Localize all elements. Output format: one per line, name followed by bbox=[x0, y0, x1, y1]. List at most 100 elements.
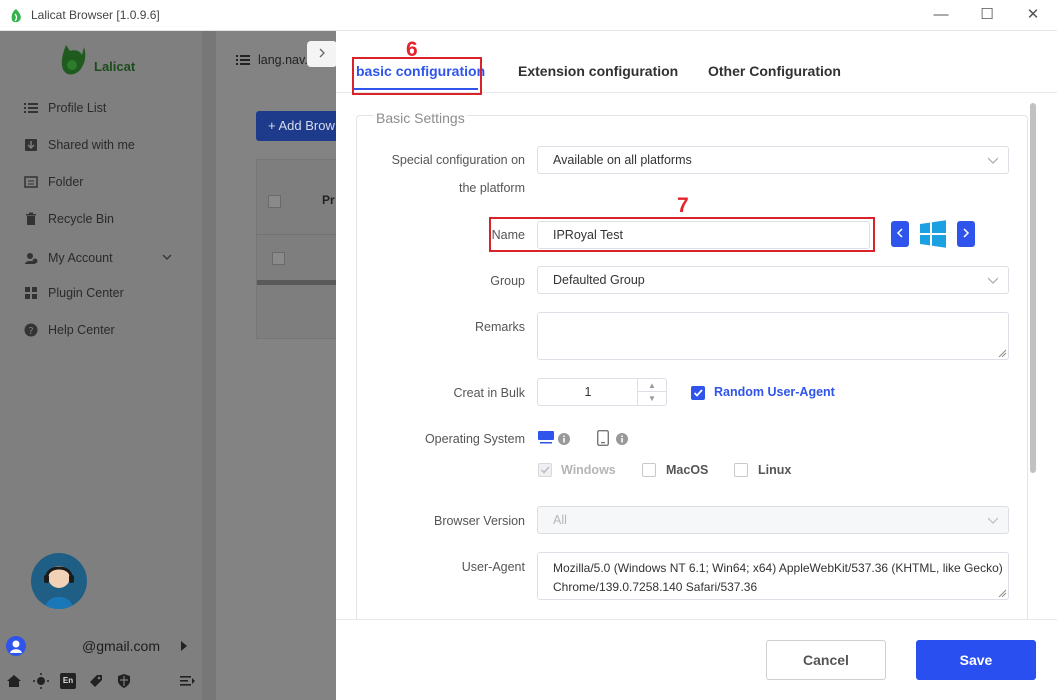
chevron-right-icon bbox=[319, 48, 325, 58]
remarks-textarea[interactable] bbox=[537, 312, 1009, 360]
sidebar-item-folder[interactable]: Folder bbox=[22, 171, 83, 193]
windows-logo-icon bbox=[920, 220, 946, 248]
window-title: Lalicat Browser [1.0.9.6] bbox=[31, 8, 160, 22]
chevron-down-icon bbox=[988, 517, 998, 524]
bulk-quantity-stepper[interactable]: 1 ▲ ▼ bbox=[537, 378, 667, 406]
checkmark-icon bbox=[540, 466, 550, 474]
sidebar-item-profile-list[interactable]: Profile List bbox=[22, 97, 106, 119]
edit-profile-drawer: basic configuration Extension configurat… bbox=[336, 31, 1057, 700]
sidebar-item-plugin-center[interactable]: Plugin Center bbox=[22, 282, 124, 304]
resize-grip-icon bbox=[998, 349, 1006, 357]
stepper-arrows: ▲ ▼ bbox=[637, 379, 666, 405]
close-window-button[interactable]: ✕ bbox=[1010, 3, 1056, 27]
basic-settings-section bbox=[356, 115, 1028, 700]
random-user-agent-checkbox[interactable] bbox=[691, 386, 705, 400]
chevron-right-icon bbox=[963, 228, 970, 238]
help-icon: ? bbox=[22, 322, 40, 338]
language-icon[interactable]: En bbox=[60, 673, 76, 689]
platform-select[interactable]: Available on all platforms bbox=[537, 146, 1009, 174]
user-icon bbox=[22, 250, 40, 266]
macos-checkbox[interactable] bbox=[642, 463, 656, 477]
mobile-icon[interactable] bbox=[597, 430, 609, 446]
random-user-agent-label[interactable]: Random User-Agent bbox=[714, 385, 835, 399]
platform-label-line2: the platform bbox=[458, 181, 525, 195]
bulk-label: Creat in Bulk bbox=[453, 386, 525, 400]
browser-version-select: All bbox=[537, 506, 1009, 534]
shield-icon[interactable] bbox=[116, 673, 132, 689]
decrement-button[interactable]: ▼ bbox=[638, 392, 666, 405]
tab-extension-configuration[interactable]: Extension configuration bbox=[518, 63, 678, 79]
next-platform-button[interactable] bbox=[957, 221, 975, 247]
cancel-button[interactable]: Cancel bbox=[766, 640, 886, 680]
user-agent-textarea[interactable]: Mozilla/5.0 (Windows NT 6.1; Win64; x64)… bbox=[537, 552, 1009, 600]
sidebar: Lalicat Profile List Shared with me Fold… bbox=[0, 31, 202, 700]
remarks-label: Remarks bbox=[474, 320, 525, 334]
chevron-down-icon bbox=[988, 277, 998, 284]
increment-button[interactable]: ▲ bbox=[638, 379, 666, 392]
bulk-quantity-value[interactable]: 1 bbox=[538, 379, 638, 405]
checkmark-icon bbox=[693, 389, 703, 397]
download-icon bbox=[22, 137, 40, 153]
section-title: Basic Settings bbox=[374, 110, 467, 126]
folder-icon bbox=[22, 174, 40, 190]
account-bar[interactable]: @gmail.com bbox=[6, 636, 196, 658]
linux-checkbox[interactable] bbox=[734, 463, 748, 477]
group-select[interactable]: Defaulted Group bbox=[537, 266, 1009, 294]
group-select-value: Defaulted Group bbox=[553, 273, 645, 287]
browser-version-placeholder: All bbox=[553, 513, 567, 527]
svg-text:?: ? bbox=[28, 326, 33, 337]
title-bar: Lalicat Browser [1.0.9.6] — ☐ ✕ bbox=[0, 0, 1057, 31]
background-tab-label: lang.nav. bbox=[258, 53, 308, 67]
linux-label[interactable]: Linux bbox=[758, 463, 791, 477]
previous-platform-button[interactable] bbox=[891, 221, 909, 247]
name-input[interactable]: IPRoyal Test bbox=[537, 221, 870, 249]
user-agent-line-2: Chrome/139.0.7258.140 Safari/537.36 bbox=[553, 580, 758, 594]
group-label: Group bbox=[490, 274, 525, 288]
list-icon bbox=[22, 100, 40, 116]
desktop-icon[interactable] bbox=[538, 431, 554, 445]
annotation-box-tab bbox=[352, 57, 482, 95]
list-icon bbox=[236, 55, 250, 65]
theme-icon[interactable] bbox=[33, 673, 49, 689]
chevron-left-icon bbox=[896, 228, 903, 238]
account-email: @gmail.com bbox=[82, 638, 161, 654]
tag-icon[interactable] bbox=[88, 673, 104, 689]
sidebar-item-label: Shared with me bbox=[48, 138, 135, 152]
home-icon[interactable] bbox=[6, 673, 22, 689]
collapse-drawer-button[interactable] bbox=[307, 41, 337, 67]
tab-other-configuration[interactable]: Other Configuration bbox=[708, 63, 841, 79]
sidebar-item-label: Folder bbox=[48, 175, 84, 189]
annotation-step-7: 7 bbox=[677, 194, 689, 217]
add-browser-button: + Add Brow bbox=[256, 111, 346, 141]
platform-select-value: Available on all platforms bbox=[553, 153, 692, 167]
resize-grip-icon bbox=[998, 589, 1006, 597]
name-label: Name bbox=[491, 228, 525, 242]
bottom-toolbar: En bbox=[6, 671, 196, 693]
sidebar-item-label: Profile List bbox=[48, 101, 107, 115]
save-button[interactable]: Save bbox=[916, 640, 1036, 680]
table-row-checkbox bbox=[272, 252, 285, 265]
sidebar-item-label: My Account bbox=[48, 251, 113, 265]
drawer-footer: Cancel Save bbox=[336, 619, 1057, 700]
drawer-scrollbar[interactable] bbox=[1030, 103, 1036, 473]
sidebar-item-recycle-bin[interactable]: Recycle Bin bbox=[22, 208, 114, 230]
sidebar-item-label: Recycle Bin bbox=[48, 212, 114, 226]
info-icon bbox=[616, 433, 628, 445]
macos-label[interactable]: MacOS bbox=[666, 463, 708, 477]
sidebar-item-my-account[interactable]: My Account bbox=[22, 247, 172, 269]
user-agent-label: User-Agent bbox=[461, 560, 525, 574]
maximize-button[interactable]: ☐ bbox=[964, 3, 1010, 27]
os-label: Operating System bbox=[424, 432, 525, 446]
lalicat-logo: Lalicat bbox=[60, 41, 140, 83]
menu-icon[interactable] bbox=[180, 673, 196, 689]
sidebar-item-help-center[interactable]: ? Help Center bbox=[22, 319, 115, 341]
platform-label: Special configuration on bbox=[391, 153, 525, 167]
background-tab: lang.nav. bbox=[236, 53, 308, 67]
sidebar-item-shared[interactable]: Shared with me bbox=[22, 134, 135, 156]
windows-checkbox bbox=[538, 463, 552, 477]
minimize-button[interactable]: — bbox=[918, 3, 964, 27]
logo-text: Lalicat bbox=[94, 59, 136, 74]
chevron-right-icon[interactable] bbox=[180, 641, 188, 651]
app-logo-icon bbox=[11, 9, 21, 23]
support-avatar[interactable] bbox=[31, 553, 87, 609]
